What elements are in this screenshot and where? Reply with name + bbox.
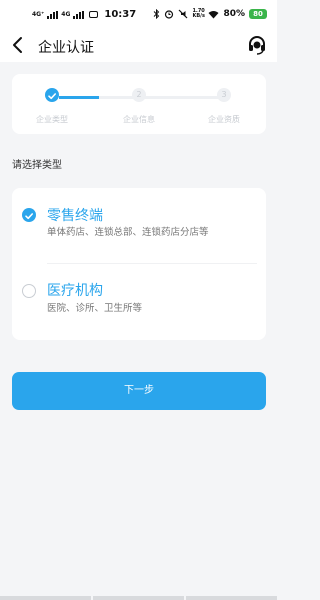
alarm-icon xyxy=(165,10,174,19)
status-icons: 1.70 KB/s 80% 80 xyxy=(153,9,267,19)
step-line-todo xyxy=(99,96,229,99)
section-label: 请选择类型 xyxy=(12,160,62,171)
check-icon xyxy=(25,213,33,220)
mute-icon xyxy=(179,9,188,19)
step-3-label: 企业资质 xyxy=(208,115,240,124)
signal-bars-icon-2 xyxy=(73,10,85,19)
step-1-label: 企业类型 xyxy=(36,115,68,124)
wifi-icon xyxy=(208,10,219,18)
nav-gesture-bar xyxy=(0,596,277,600)
option-retail[interactable]: 零售终端 单体药店、连锁总部、连锁药店分店等 xyxy=(12,188,266,263)
clock-time: 10:37 xyxy=(104,9,137,20)
progress-steps: 2 3 企业类型 企业信息 企业资质 xyxy=(12,74,266,134)
option-medical[interactable]: 医疗机构 医院、诊所、卫生所等 xyxy=(12,264,266,340)
option-medical-title: 医疗机构 xyxy=(47,283,103,299)
radio-checked-icon[interactable] xyxy=(22,208,36,222)
battery-icon: 80 xyxy=(249,9,267,19)
chevron-left-icon[interactable] xyxy=(8,34,30,56)
option-retail-title: 零售终端 xyxy=(47,208,103,224)
status-bar: 4G⁺ 4G 10:37 1.70 KB/s 80% 80 xyxy=(0,0,277,30)
page-title: 企业认证 xyxy=(38,40,94,56)
signal-label-1: 4G⁺ xyxy=(32,11,45,18)
signal-label-2: 4G xyxy=(61,11,71,18)
step-2-indicator: 2 xyxy=(132,88,146,102)
bluetooth-icon xyxy=(154,9,160,19)
radio-unchecked-icon[interactable] xyxy=(22,284,36,298)
next-step-button[interactable]: 下一步 xyxy=(12,372,266,410)
notification-icon xyxy=(89,11,99,18)
step-line-done xyxy=(59,96,99,99)
step-1-indicator xyxy=(45,88,59,102)
step-2-label: 企业信息 xyxy=(123,115,155,124)
battery-percent: 80% xyxy=(223,9,245,19)
network-speed: 1.70 KB/s xyxy=(192,8,205,19)
option-retail-desc: 单体药店、连锁总部、连锁药店分店等 xyxy=(47,227,209,238)
option-medical-desc: 医院、诊所、卫生所等 xyxy=(47,303,143,314)
step-3-indicator: 3 xyxy=(217,88,231,102)
type-options-card: 零售终端 单体药店、连锁总部、连锁药店分店等 医疗机构 医院、诊所、卫生所等 xyxy=(12,188,266,340)
headset-icon[interactable] xyxy=(246,34,268,56)
top-navbar: 企业认证 xyxy=(0,30,277,62)
check-icon xyxy=(48,93,56,100)
signal-bars-icon xyxy=(47,10,59,19)
signal-group: 4G⁺ 4G 10:37 xyxy=(32,9,136,20)
